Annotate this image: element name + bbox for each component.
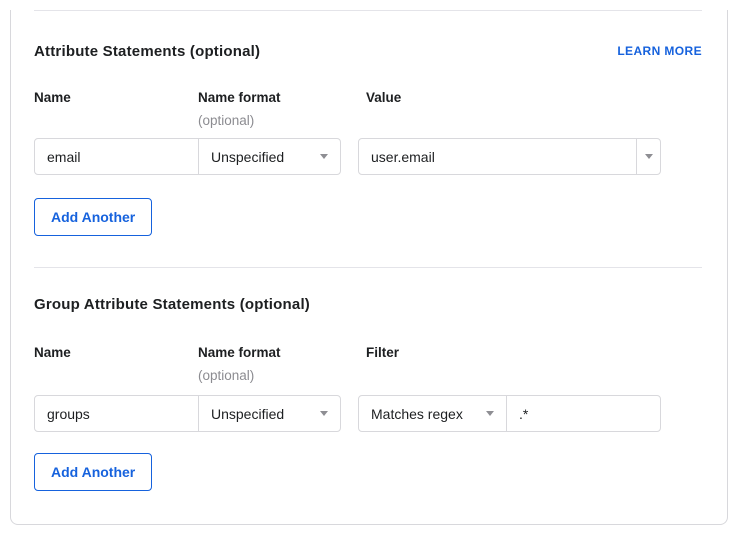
filter-operator-value: Matches regex <box>371 406 463 422</box>
column-label-filter: Filter <box>366 346 399 360</box>
group-name-format-value: Unspecified <box>211 406 284 422</box>
attr-value-combo <box>358 138 661 175</box>
saml-settings-card: Attribute Statements (optional) LEARN MO… <box>10 10 728 525</box>
attribute-row: Unspecified <box>34 138 702 175</box>
group-attribute-row: Unspecified Matches regex <box>34 395 702 432</box>
column-hint-optional: (optional) <box>198 369 358 383</box>
group-name-input[interactable] <box>35 396 198 431</box>
column-name: Name <box>34 91 198 128</box>
column-labels-row: Name Name format (optional) Value <box>34 91 702 128</box>
column-gap <box>341 138 358 175</box>
column-label-name-format: Name format <box>198 346 358 360</box>
filter-value-input[interactable] <box>507 396 660 431</box>
filter-operator-select[interactable]: Matches regex <box>359 396 507 431</box>
group-name-format-select[interactable]: Unspecified <box>198 396 340 431</box>
column-name-format: Name format (optional) <box>198 91 358 128</box>
column-label-name: Name <box>34 91 198 105</box>
column-value: Value <box>358 91 401 128</box>
column-label-name-format: Name format <box>198 91 358 105</box>
add-another-button[interactable]: Add Another <box>34 198 152 236</box>
column-label-name: Name <box>34 346 198 360</box>
column-name-format: Name format (optional) <box>198 346 358 383</box>
section-divider <box>34 267 702 268</box>
column-labels-row: Name Name format (optional) Filter <box>34 346 702 383</box>
name-and-format-group: Unspecified <box>34 138 341 175</box>
attr-value-input[interactable] <box>359 139 636 174</box>
learn-more-link[interactable]: LEARN MORE <box>617 44 702 58</box>
chevron-down-icon <box>486 411 494 416</box>
attr-value-dropdown-button[interactable] <box>636 139 660 174</box>
section-attribute-statements: Attribute Statements (optional) LEARN MO… <box>34 42 702 236</box>
section-group-attribute-statements: Group Attribute Statements (optional) Na… <box>34 295 702 491</box>
section-header: Group Attribute Statements (optional) <box>34 295 702 313</box>
name-and-format-group: Unspecified <box>34 395 341 432</box>
column-name: Name <box>34 346 198 383</box>
section-title: Attribute Statements (optional) <box>34 43 260 60</box>
filter-combo: Matches regex <box>358 395 661 432</box>
column-label-value: Value <box>366 91 401 105</box>
column-hint-optional: (optional) <box>198 114 358 128</box>
add-another-button[interactable]: Add Another <box>34 453 152 491</box>
chevron-down-icon <box>320 411 328 416</box>
section-header: Attribute Statements (optional) LEARN MO… <box>34 42 702 60</box>
attr-name-input[interactable] <box>35 139 198 174</box>
top-divider <box>34 10 702 11</box>
chevron-down-icon <box>320 154 328 159</box>
attr-name-format-select[interactable]: Unspecified <box>198 139 340 174</box>
attr-name-format-value: Unspecified <box>211 149 284 165</box>
chevron-down-icon <box>645 154 653 159</box>
column-gap <box>341 395 358 432</box>
section-title: Group Attribute Statements (optional) <box>34 296 310 313</box>
column-filter: Filter <box>358 346 399 383</box>
